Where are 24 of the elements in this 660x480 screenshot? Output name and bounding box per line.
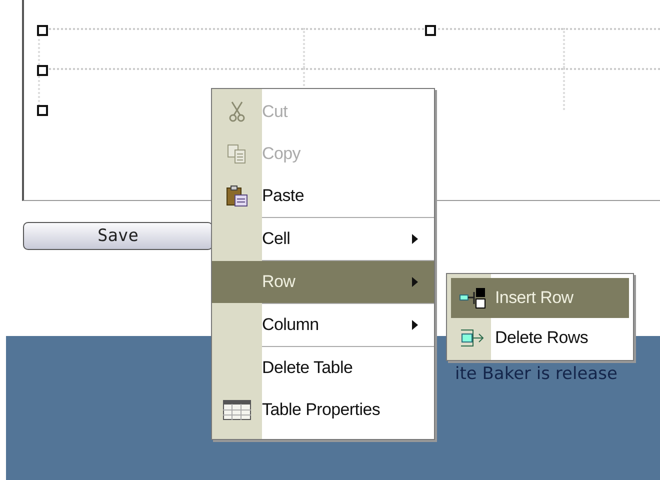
resize-handle[interactable] <box>425 25 436 36</box>
resize-handle[interactable] <box>37 25 48 36</box>
menu-item[interactable]: Delete Table <box>212 347 434 389</box>
banner-text: ite Baker is release <box>455 364 618 384</box>
save-button[interactable]: Save <box>23 222 213 250</box>
resize-handle[interactable] <box>37 65 48 76</box>
copy-icon <box>227 144 247 164</box>
menu-item[interactable]: Delete Rows <box>451 318 629 358</box>
submenu-arrow-icon <box>412 234 418 244</box>
menu-item[interactable]: Cell <box>212 218 434 260</box>
menu-item[interactable]: Paste <box>212 175 434 217</box>
table-cell[interactable] <box>563 28 660 68</box>
insert-row-icon <box>459 287 487 309</box>
table-cell[interactable] <box>563 68 660 110</box>
menu-item[interactable]: Column <box>212 304 434 346</box>
menu-item[interactable]: Insert Row <box>451 278 629 318</box>
resize-handle[interactable] <box>37 105 48 116</box>
scissors-icon <box>229 101 245 123</box>
clipboard-icon <box>226 185 248 207</box>
submenu-arrow-icon <box>412 277 418 287</box>
submenu-arrow-icon <box>412 320 418 330</box>
menu-item[interactable]: Row <box>212 261 434 303</box>
table-icon <box>223 400 251 420</box>
menu-item[interactable]: Table Properties <box>212 389 434 431</box>
